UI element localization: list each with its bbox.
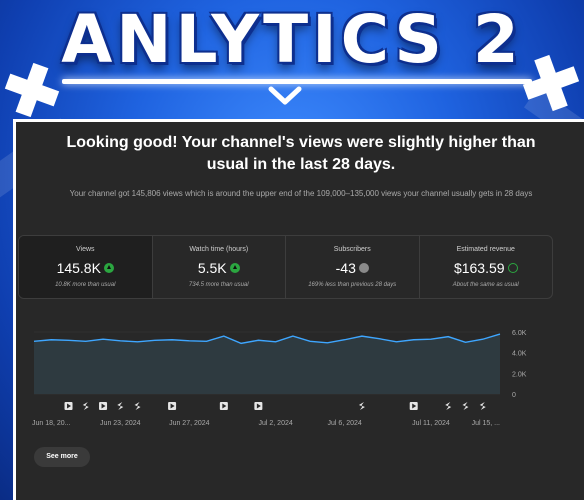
y-tick-label: 4.0K [512, 351, 527, 358]
info-icon [358, 263, 369, 274]
banner-title: ANLYTICS 2 [61, 1, 523, 78]
metric-label: Estimated revenue [456, 246, 515, 253]
metric-card-subscribers[interactable]: Subscribers -43 169% less than previous … [286, 236, 420, 298]
y-tick-label: 2.0K [512, 371, 527, 378]
x-tick-label: Jul 11, 2024 [412, 420, 450, 427]
metric-value: $163.59 [420, 258, 553, 278]
metric-note: 169% less than previous 28 days [308, 282, 397, 288]
metric-note: 10.8K more than usual [55, 282, 116, 288]
x-tick-label: Jul 2, 2024 [259, 420, 293, 427]
arrow-up-icon [229, 263, 240, 274]
see-more-button[interactable]: See more [34, 447, 90, 467]
shorts-icon [117, 402, 124, 410]
metric-note: About the same as usual [452, 282, 519, 288]
metric-card-watch-time[interactable]: Watch time (hours) 5.5K 734.5 more than … [153, 236, 286, 298]
shorts-icon [358, 402, 365, 410]
x-tick-label: Jun 27, 2024 [169, 420, 210, 427]
metric-value: 145.8K [19, 258, 152, 278]
shorts-icon [445, 402, 452, 410]
arrow-up-icon [103, 263, 114, 274]
metric-label: Watch time (hours) [189, 246, 249, 253]
shorts-icon [134, 402, 141, 410]
metric-card-views[interactable]: Views 145.8K 10.8K more than usual [19, 236, 153, 298]
metric-cards: Views 145.8K 10.8K more than usual Watch… [18, 235, 553, 299]
metric-label: Subscribers [333, 246, 371, 253]
chevron-down-icon [268, 86, 302, 105]
shorts-icon [462, 402, 469, 410]
metric-note: 734.5 more than usual [188, 282, 249, 288]
metric-label: Views [75, 246, 95, 253]
metric-card-revenue[interactable]: Estimated revenue $163.59 About the same… [420, 236, 553, 298]
x-tick-label: Jul 15, ... [472, 420, 500, 427]
summary-headline: Looking good! Your channel's views were … [66, 134, 536, 173]
views-area [34, 334, 500, 394]
check-icon [507, 263, 518, 274]
x-tick-label: Jun 23, 2024 [100, 420, 141, 427]
x-tick-label: Jun 18, 20... [32, 420, 71, 427]
x-tick-label: Jul 6, 2024 [328, 420, 362, 427]
metric-value: -43 [286, 258, 419, 278]
y-tick-label: 6.0K [512, 330, 527, 337]
metric-value: 5.5K [153, 258, 286, 278]
summary-subtext: Your channel got 145,806 views which is … [69, 189, 533, 198]
analytics-panel: Looking good! Your channel's views were … [13, 119, 584, 500]
views-chart[interactable]: 6.0K 4.0K 2.0K 0 Jun 18, 20... Jun 23, 2024 Ju… [16, 322, 582, 442]
y-tick-label: 0 [512, 392, 516, 399]
shorts-icon [479, 402, 486, 410]
shorts-icon [82, 402, 89, 410]
title-underline [62, 79, 532, 84]
